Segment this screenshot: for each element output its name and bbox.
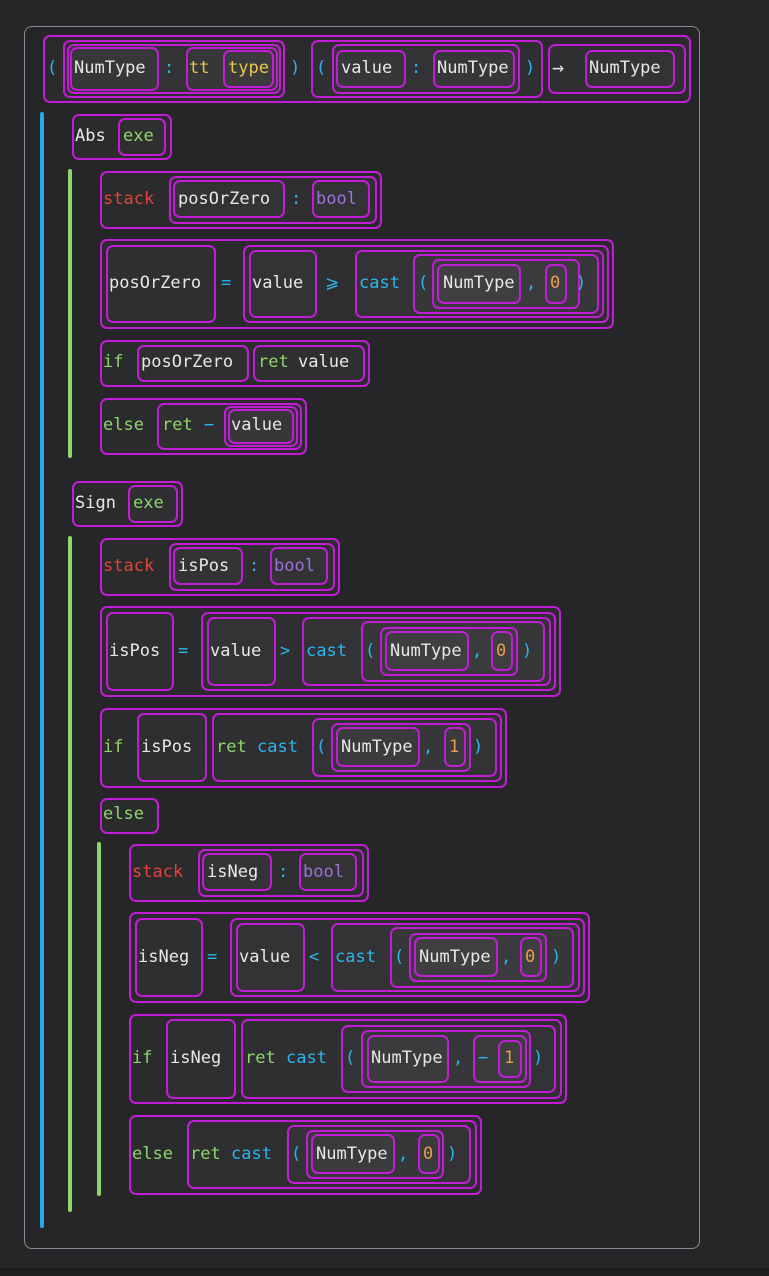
cast-keyword: cast xyxy=(335,947,376,967)
stack-keyword: stack xyxy=(132,862,184,882)
expr-lhs: value xyxy=(239,947,291,967)
colon: : xyxy=(291,189,302,209)
stack-type: bool xyxy=(303,862,344,882)
ret-keyword: ret xyxy=(245,1048,276,1068)
open-paren: ( xyxy=(47,58,58,78)
if-cond: isPos xyxy=(141,737,193,757)
ret-type: NumType xyxy=(341,737,413,757)
assign-eq: = xyxy=(221,273,232,293)
cast-type: NumType xyxy=(443,273,515,293)
cast-zero: 0 xyxy=(496,641,507,661)
cast-keyword: cast xyxy=(359,273,400,293)
open-paren: ( xyxy=(316,58,327,78)
stack-keyword: stack xyxy=(103,189,155,209)
ret-keyword: ret xyxy=(216,737,247,757)
type-keyword: type xyxy=(228,58,269,78)
function-body-bar xyxy=(40,112,44,1228)
close-paren: ) xyxy=(290,58,301,78)
if-keyword: if xyxy=(132,1048,153,1068)
tt-keyword: tt xyxy=(189,58,210,78)
ret-rparen: ) xyxy=(533,1048,544,1068)
ret-one: 1 xyxy=(504,1048,515,1068)
ret-one: 1 xyxy=(449,737,460,757)
ret-lparen: ( xyxy=(316,737,327,757)
cast-rparen: ) xyxy=(576,273,587,293)
cast-zero: 0 xyxy=(525,947,536,967)
cast-type: NumType xyxy=(419,947,491,967)
ret-comma: , xyxy=(453,1048,464,1068)
if-keyword: if xyxy=(103,352,124,372)
abs-body-bar xyxy=(68,169,72,458)
colon: : xyxy=(411,58,422,78)
else-zero: 0 xyxy=(423,1144,434,1164)
if-cond: posOrZero xyxy=(141,352,234,372)
value-param-name: value xyxy=(341,58,393,78)
else-keyword: else xyxy=(103,804,144,824)
else-ret-keyword: ret xyxy=(190,1144,221,1164)
ret-keyword: ret xyxy=(258,352,289,372)
if-cond: isNeg xyxy=(170,1048,222,1068)
stack-var: isNeg xyxy=(207,862,259,882)
ret-rparen: ) xyxy=(473,737,484,757)
if-keyword: if xyxy=(103,737,124,757)
expr-op: < xyxy=(309,947,320,967)
abs-name: Abs xyxy=(75,126,106,146)
cast-keyword: cast xyxy=(306,641,347,661)
else-ret-keyword: ret xyxy=(162,415,193,435)
sign-name: Sign xyxy=(75,493,116,513)
assign-target: posOrZero xyxy=(109,273,202,293)
else-value: value xyxy=(231,415,283,435)
expr-op: ⩾ xyxy=(325,273,340,293)
colon: : xyxy=(278,862,289,882)
sign-body-bar xyxy=(68,536,72,1212)
colon: : xyxy=(164,58,175,78)
else-lparen: ( xyxy=(291,1144,302,1164)
sign-kind: exe xyxy=(133,493,164,513)
value-param-type: NumType xyxy=(437,58,509,78)
assign-eq: = xyxy=(207,947,218,967)
expr-op: > xyxy=(280,641,291,661)
cast-comma: , xyxy=(472,641,483,661)
else-cast: cast xyxy=(231,1144,272,1164)
expr-lhs: value xyxy=(252,273,304,293)
else-keyword: else xyxy=(103,415,144,435)
bottom-strip xyxy=(0,1268,769,1276)
cast-rparen: ) xyxy=(551,947,562,967)
abs-kind: exe xyxy=(123,126,154,146)
negate-op: − xyxy=(204,415,215,435)
ret-cast: cast xyxy=(257,737,298,757)
cast-comma: , xyxy=(526,273,537,293)
cast-comma: , xyxy=(501,947,512,967)
else-type: NumType xyxy=(316,1144,388,1164)
close-paren: ) xyxy=(525,58,536,78)
else-rparen: ) xyxy=(447,1144,458,1164)
stack-type: bool xyxy=(274,556,315,576)
cast-type: NumType xyxy=(390,641,462,661)
colon: : xyxy=(249,556,260,576)
type-param-name: NumType xyxy=(74,58,146,78)
ret-lparen: ( xyxy=(345,1048,356,1068)
stack-keyword: stack xyxy=(103,556,155,576)
assign-target: isNeg xyxy=(138,947,190,967)
ret-cast: cast xyxy=(286,1048,327,1068)
ret-value: value xyxy=(298,352,350,372)
cast-zero: 0 xyxy=(550,273,561,293)
stack-var: posOrZero xyxy=(178,189,271,209)
ret-negate-op: − xyxy=(478,1048,489,1068)
else-keyword: else xyxy=(132,1144,173,1164)
ret-type: NumType xyxy=(371,1048,443,1068)
return-type: NumType xyxy=(589,58,661,78)
expr-lhs: value xyxy=(210,641,262,661)
assign-target: isPos xyxy=(109,641,161,661)
cast-rparen: ) xyxy=(522,641,533,661)
assign-eq: = xyxy=(178,641,189,661)
stack-type: bool xyxy=(316,189,357,209)
ret-comma: , xyxy=(423,737,434,757)
stack-var: isPos xyxy=(178,556,230,576)
else-body-bar xyxy=(97,842,101,1196)
else-comma: , xyxy=(398,1144,409,1164)
